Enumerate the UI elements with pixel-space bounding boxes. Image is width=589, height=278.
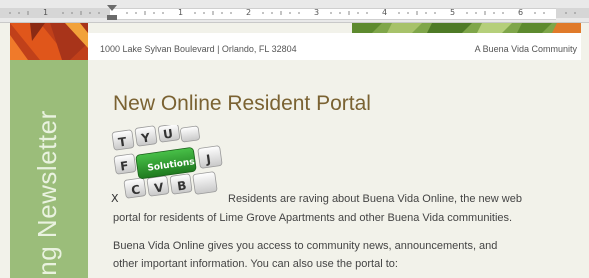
left-indent-marker[interactable] — [107, 15, 117, 20]
ruler-number: 4 — [382, 8, 388, 17]
ruler-number: 6 — [518, 8, 524, 17]
banner-pattern-image — [10, 23, 88, 60]
community-name: A Buena Vida Community — [474, 44, 577, 54]
ruler-ticks — [9, 11, 576, 15]
paragraph2-line1: Buena Vida Online gives you access to co… — [113, 240, 498, 252]
banner-stripe-image — [352, 23, 581, 33]
ruler-number: 1 — [43, 8, 49, 17]
address-line: 1000 Lake Sylvan Boulevard | Orlando, FL… — [100, 44, 297, 54]
ruler-number: 1 — [178, 8, 184, 17]
svg-text:U: U — [162, 127, 174, 142]
ruler-number: 3 — [314, 8, 320, 17]
ruler-number: 5 — [450, 8, 456, 17]
article-title: New Online Resident Portal — [113, 92, 371, 115]
sidebar-vertical-title: ing Newsletter — [32, 110, 62, 278]
paragraph1-line2: portal for residents of Lime Grove Apart… — [113, 212, 513, 224]
newsletter-sidebar: ing Newsletter — [10, 60, 88, 278]
svg-text:X: X — [111, 192, 119, 203]
keyboard-image[interactable]: T Y U F J C V B Solutions X — [111, 125, 227, 203]
ruler-number: 2 — [246, 8, 252, 17]
paragraph1-line1: Residents are raving about Buena Vida On… — [228, 193, 522, 205]
horizontal-ruler[interactable]: 1 1 2 3 4 5 6 — [0, 0, 589, 23]
svg-text:B: B — [176, 178, 187, 193]
paragraph2-line2: other important information. You can als… — [113, 258, 398, 270]
first-line-indent-marker[interactable] — [107, 5, 117, 11]
